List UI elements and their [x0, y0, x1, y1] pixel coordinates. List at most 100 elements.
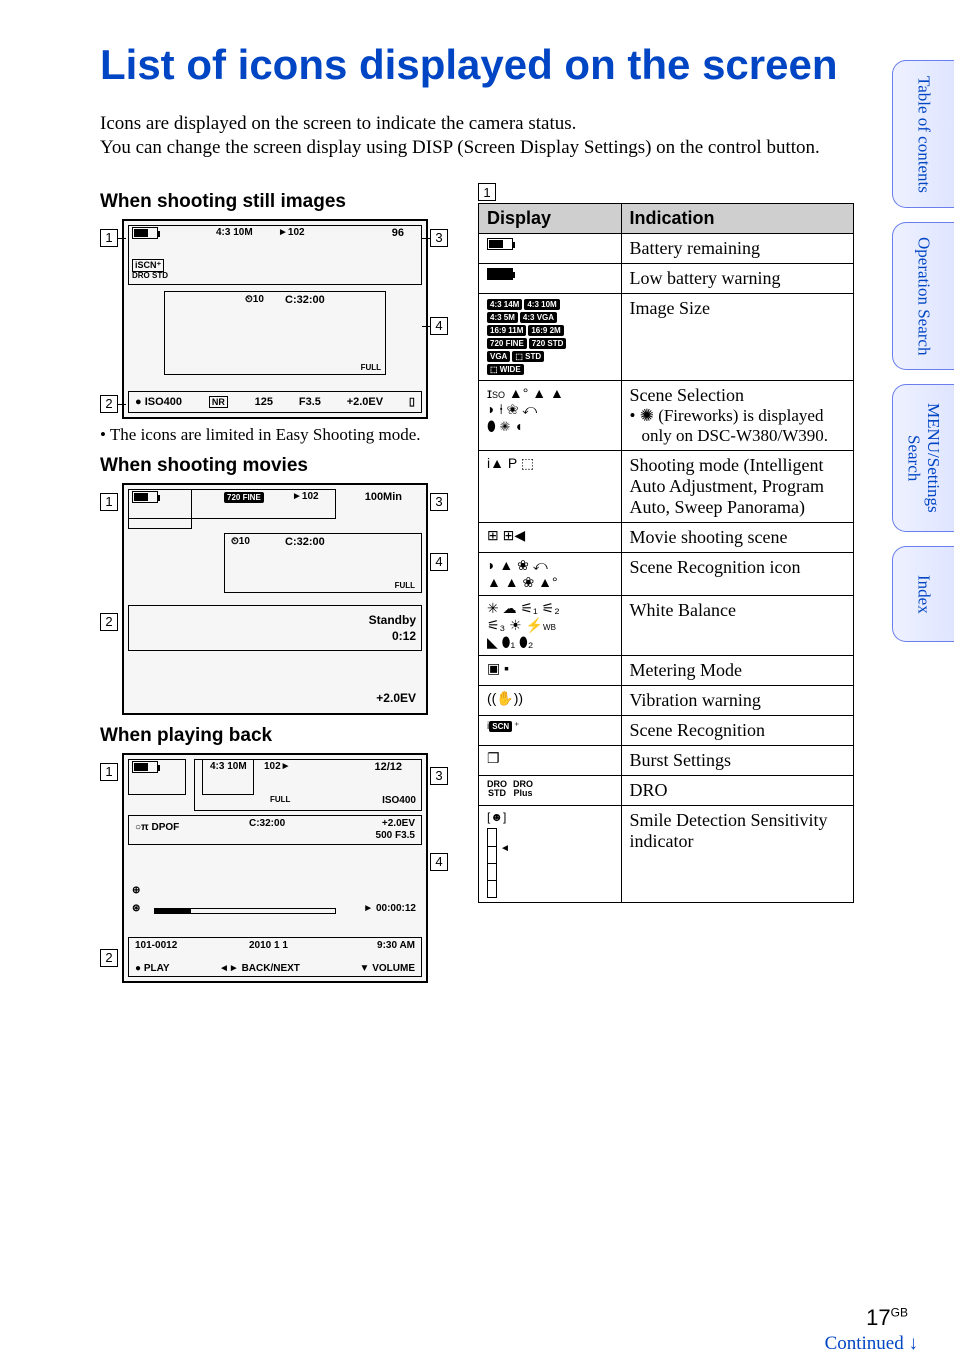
table-row: ((✋)) Vibration warning: [479, 686, 854, 716]
cell-metering-icons: ▣ ▪: [479, 656, 622, 686]
cell-vibration-icon: ((✋)): [479, 686, 622, 716]
still-ccode: C:32:00: [285, 294, 325, 306]
screenshot-still: 4:3 10M ►102 96 iSCN⁺ DRO STD ⏲10 C:32:0…: [122, 219, 428, 419]
cell-scenerec-text: Scene Recognition icon: [621, 553, 854, 596]
table-row: i▲ P ⬚ Shooting mode (Intelligent Auto A…: [479, 451, 854, 523]
still-size: 4:3 10M: [216, 227, 253, 238]
still-dro: DRO STD: [132, 271, 168, 280]
intro-line1: Icons are displayed on the screen to ind…: [100, 113, 576, 134]
callout-2: 2: [100, 395, 118, 413]
cell-burst-text: Burst Settings: [621, 746, 854, 776]
movie-selftimer: ⏲10: [231, 536, 250, 547]
callout-m2: 2: [100, 613, 118, 631]
play-nav: ◄► BACK/NEXT: [219, 963, 300, 974]
cell-lowbatt-icon: [479, 264, 622, 294]
still-folder: ►102: [278, 227, 305, 238]
still-full: FULL: [361, 363, 381, 372]
table-row: Battery remaining: [479, 234, 854, 264]
play-folder: 102►: [264, 761, 291, 772]
still-aperture: F3.5: [299, 396, 321, 408]
still-selftimer: ⏲10: [245, 294, 264, 305]
tab-table-of-contents[interactable]: Table of contents: [892, 60, 954, 208]
play-iso: ISO400: [382, 795, 416, 806]
table-row: DROSTDDROPlus DRO: [479, 776, 854, 806]
cell-imagesize-icon: 4:3 14M4:3 10M 4:3 5M4:3 VGA 16:9 11M16:…: [479, 294, 622, 381]
play-full: FULL: [270, 795, 290, 804]
heading-movies: When shooting movies: [100, 455, 450, 477]
movie-time: 100Min: [365, 491, 402, 503]
movie-folder: ►102: [292, 491, 319, 502]
callout-m3: 3: [430, 493, 448, 511]
cell-scene-text: Scene Selection • ✺ (Fireworks) is displ…: [621, 381, 854, 451]
screenshot-playback: 4:3 10M 102► 12/12 ISO400 FULL ○π DPOF C…: [122, 753, 428, 983]
cell-shootmode-text: Shooting mode (Intelligent Auto Adjustme…: [621, 451, 854, 523]
play-size: 4:3 10M: [210, 761, 247, 772]
still-shutter: 125: [255, 396, 273, 408]
tab-menu-settings-search[interactable]: MENU/Settings Search: [892, 384, 954, 532]
play-play-label: ● PLAY: [135, 963, 170, 974]
movie-full: FULL: [395, 581, 415, 590]
cell-battery-icon: [479, 234, 622, 264]
cell-scene-icons: ɪSO ▲° ▲ ▲ ◗ ⍿ ❀ ⤺ ⬮ ✺ ◖: [479, 381, 622, 451]
cell-scenerec-icons: ◗ ▲ ❀ ⤺▲ ▲ ❀ ▲°: [479, 553, 622, 596]
note-still: • The icons are limited in Easy Shooting…: [100, 425, 450, 445]
continued-indicator: Continued ↓: [825, 1333, 918, 1355]
movie-ccode: C:32:00: [285, 536, 325, 548]
table-row: ✳ ☁ ⚟₁ ⚟₂⚟₃ ☀ ⚡WB◣ ⬮₁ ⬮₂ White Balance: [479, 596, 854, 656]
table-row: 4:3 14M4:3 10M 4:3 5M4:3 VGA 16:9 11M16:…: [479, 294, 854, 381]
callout-p1: 1: [100, 763, 118, 781]
cell-lowbatt-text: Low battery warning: [621, 264, 854, 294]
callout-4: 4: [430, 317, 448, 335]
play-ev: +2.0EV: [382, 818, 415, 829]
cell-moviescene-icons: ⊞ ⊞◀: [479, 523, 622, 553]
heading-playback: When playing back: [100, 725, 450, 747]
cell-smile-icon: [☻]: [479, 806, 622, 903]
cell-iscn-text: Scene Recognition: [621, 716, 854, 746]
cell-smile-text: Smile Detection Sensitivity indicator: [621, 806, 854, 903]
play-ccode: C:32:00: [249, 818, 285, 829]
tab-operation-search[interactable]: Operation Search: [892, 222, 954, 370]
cell-burst-icon: ❐: [479, 746, 622, 776]
tab-index[interactable]: Index: [892, 546, 954, 642]
play-clock: 9:30 AM: [377, 940, 415, 951]
table-row: ⊞ ⊞◀ Movie shooting scene: [479, 523, 854, 553]
cell-iscn-icon: iSCN⁺: [479, 716, 622, 746]
movie-mode: 720 FINE: [224, 491, 266, 504]
intro-line2: You can change the screen display using …: [100, 137, 820, 158]
table-row: ɪSO ▲° ▲ ▲ ◗ ⍿ ❀ ⤺ ⬮ ✺ ◖ Scene Selection…: [479, 381, 854, 451]
region-marker: 1: [478, 183, 496, 201]
cell-wb-text: White Balance: [621, 596, 854, 656]
table-row: Low battery warning: [479, 264, 854, 294]
callout-p2: 2: [100, 949, 118, 967]
callout-m1: 1: [100, 493, 118, 511]
play-file: 101-0012: [135, 940, 177, 951]
intro-text: Icons are displayed on the screen to ind…: [100, 112, 854, 161]
play-clip: 00:00:12: [376, 903, 416, 914]
cell-shootmode-icons: i▲ P ⬚: [479, 451, 622, 523]
page-title: List of icons displayed on the screen: [100, 40, 854, 90]
th-display: Display: [479, 204, 622, 234]
callout-m4: 4: [430, 553, 448, 571]
screenshot-movie: 720 FINE ►102 100Min ⏲10 C:32:00 FULL St…: [122, 483, 428, 715]
page-number: 17GB: [866, 1305, 908, 1331]
table-row: iSCN⁺ Scene Recognition: [479, 716, 854, 746]
play-vol: ▼ VOLUME: [360, 963, 415, 974]
still-nr: NR: [209, 396, 228, 408]
play-date: 2010 1 1: [249, 940, 288, 951]
cell-dro-icon: DROSTDDROPlus: [479, 776, 622, 806]
table-row: ▣ ▪ Metering Mode: [479, 656, 854, 686]
cell-dro-text: DRO: [621, 776, 854, 806]
play-dpof: DPOF: [151, 822, 179, 833]
callout-p4: 4: [430, 853, 448, 871]
cell-metering-text: Metering Mode: [621, 656, 854, 686]
movie-ev: +2.0EV: [376, 691, 416, 705]
cell-wb-icons: ✳ ☁ ⚟₁ ⚟₂⚟₃ ☀ ⚡WB◣ ⬮₁ ⬮₂: [479, 596, 622, 656]
callout-3: 3: [430, 229, 448, 247]
table-row: ◗ ▲ ❀ ⤺▲ ▲ ❀ ▲° Scene Recognition icon: [479, 553, 854, 596]
cell-battery-text: Battery remaining: [621, 234, 854, 264]
table-row: ❐ Burst Settings: [479, 746, 854, 776]
play-counter: 12/12: [374, 761, 402, 773]
th-indication: Indication: [621, 204, 854, 234]
table-row: [☻] Smile Detection Sensitivity indicato…: [479, 806, 854, 903]
callout-1: 1: [100, 229, 118, 247]
